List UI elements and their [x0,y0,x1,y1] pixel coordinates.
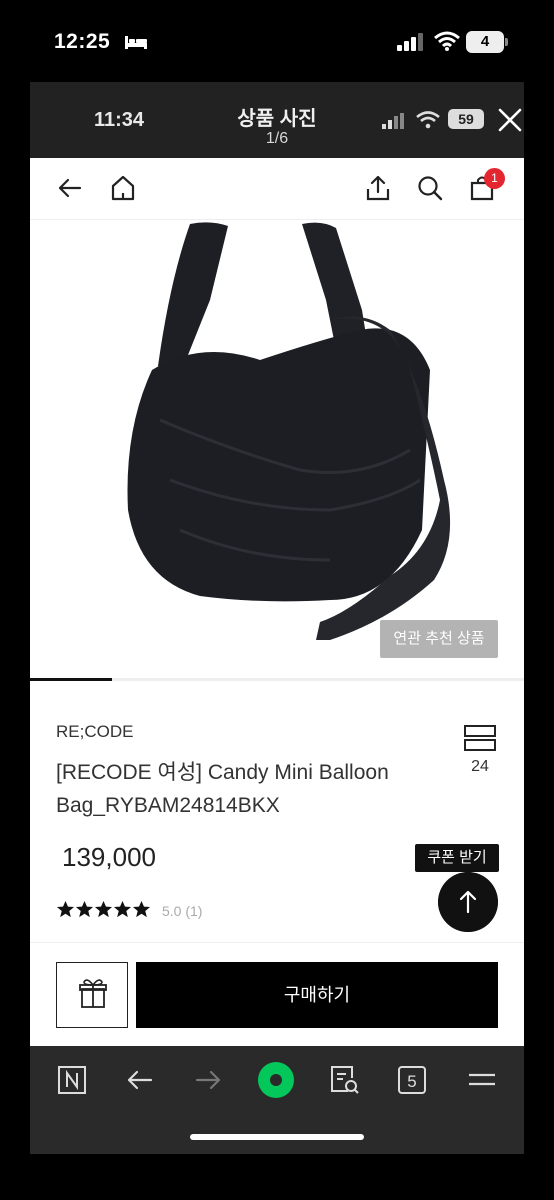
bed-icon [125,36,147,49]
layout-count: 24 [471,758,489,775]
battery-level: 59 [448,109,484,129]
star-icon [113,900,132,918]
battery-tip [505,38,508,46]
rating-summary[interactable]: 5.0 (1) [162,903,202,919]
outer-status-bar: 12:25 4 [0,0,554,80]
layout-toggle-icon[interactable] [463,724,497,752]
buy-button[interactable]: 구매하기 [136,962,498,1028]
product-price: 139,000 [62,842,156,872]
cellular-signal-icon [397,33,423,51]
tabs-button[interactable]: 5 [398,1066,426,1094]
battery-indicator: 4 [466,31,508,53]
balloon-bag-illustration [127,222,451,640]
reader-search-icon[interactable] [328,1064,360,1096]
brand-name[interactable]: RE;CODE [56,722,133,742]
menu-icon[interactable] [466,1064,498,1096]
inner-screenshot: 11:34 상품 사진 1/6 59 1 연관 추천 상품 RE;CODE [R… [30,82,524,1154]
cellular-signal-icon [382,113,404,129]
divider [30,942,524,943]
wifi-icon [434,31,460,51]
star-icon [94,900,113,918]
rating-stars[interactable] [56,900,151,922]
photo-viewer-header: 11:34 상품 사진 1/6 59 [30,82,524,158]
share-icon[interactable] [364,174,392,202]
outer-clock: 12:25 [54,30,111,53]
search-icon[interactable] [416,174,444,202]
back-arrow-icon[interactable] [124,1064,156,1096]
home-indicator[interactable] [190,1134,364,1140]
wifi-icon [416,111,440,129]
forward-arrow-icon[interactable] [192,1064,224,1096]
back-arrow-icon[interactable] [56,174,84,202]
naver-home-icon[interactable] [56,1064,88,1096]
star-icon [132,900,151,918]
gift-button[interactable] [56,962,128,1028]
product-title: [RECODE 여성] Candy Mini Balloon Bag_RYBAM… [56,761,389,817]
slide-progress-fill [30,678,113,681]
green-dot-icon[interactable] [256,1060,296,1100]
browser-toolbar: 5 [30,1046,524,1154]
cart-count-badge: 1 [484,168,505,189]
close-icon[interactable] [496,106,524,134]
photo-counter: 1/6 [265,130,289,147]
coupon-button[interactable]: 쿠폰 받기 [415,844,499,872]
app-nav-bar [30,158,524,220]
product-photo[interactable]: 연관 추천 상품 [30,220,524,676]
related-products-button[interactable]: 연관 추천 상품 [380,620,498,658]
gift-icon [79,979,107,1008]
home-icon[interactable] [109,174,137,202]
slide-progress-bar [30,678,524,681]
scroll-to-top-button[interactable] [438,872,498,932]
star-icon [75,900,94,918]
star-icon [56,900,75,918]
battery-level: 4 [466,31,504,53]
